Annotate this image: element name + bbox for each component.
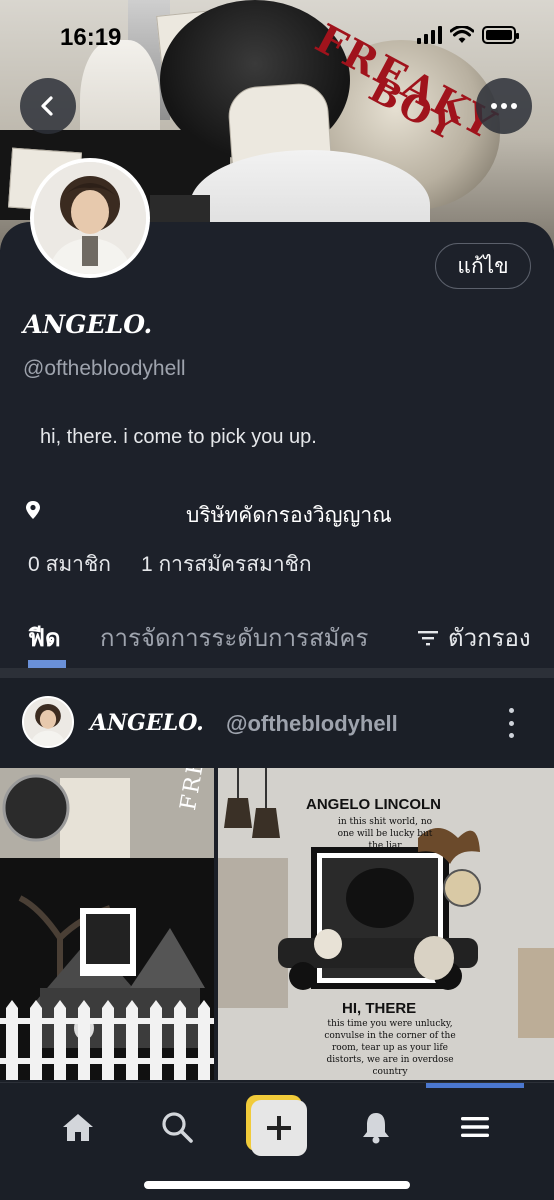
post-image-left[interactable]: FREAKY xyxy=(0,768,214,1080)
post-image-right[interactable]: ANGELO LINCOLN in this shit world, no on… xyxy=(218,768,554,1080)
home-icon xyxy=(63,1114,93,1141)
filter-icon xyxy=(418,630,438,645)
edit-profile-button[interactable]: แก้ไข xyxy=(435,243,531,289)
nav-home-button[interactable] xyxy=(54,1103,102,1151)
add-icon xyxy=(267,1116,291,1140)
bottom-navigation xyxy=(0,1082,554,1200)
profile-handle: @ofthebloodyhell xyxy=(23,357,186,380)
wifi-icon xyxy=(450,26,474,43)
filter-button[interactable]: ตัวกรอง xyxy=(418,618,531,657)
post-image-heading: HI, THERE xyxy=(342,1000,417,1017)
tab-manage-subscriptions[interactable]: การจัดการระดับการสมัคร xyxy=(100,618,396,657)
profile-stats: 0 สมาชิก 1 การสมัครสมาชิก xyxy=(28,548,312,581)
section-divider xyxy=(0,668,554,678)
profile-display-name: ANGELO. xyxy=(23,310,153,339)
post-image-subtitle: in this shit world, no one will be lucky… xyxy=(337,817,433,851)
profile-avatar[interactable] xyxy=(30,158,150,278)
chevron-left-icon xyxy=(41,96,53,116)
post-image-body: this time you were unlucky, convulse in … xyxy=(324,1019,456,1077)
post-author-handle[interactable]: @oftheblodyhell xyxy=(226,711,398,737)
nav-active-indicator xyxy=(426,1083,524,1088)
more-options-button[interactable] xyxy=(476,78,532,134)
search-icon xyxy=(162,1112,193,1143)
post-author-name[interactable]: ANGELO. xyxy=(90,710,204,736)
members-count[interactable]: 0 สมาชิก xyxy=(28,548,111,581)
bell-icon xyxy=(363,1113,389,1144)
profile-bio: hi, there. i come to pick you up. xyxy=(40,426,317,448)
filter-label: ตัวกรอง xyxy=(448,625,531,652)
profile-tabs: ฟีด การจัดการระดับการสมัคร ตัวกรอง xyxy=(0,604,554,668)
subscriptions-count[interactable]: 1 การสมัครสมาชิก xyxy=(141,548,312,581)
post-image-title: ANGELO LINCOLN xyxy=(306,796,441,813)
status-icons xyxy=(417,26,519,44)
nav-notifications-button[interactable] xyxy=(352,1103,400,1151)
nav-create-button[interactable] xyxy=(246,1095,308,1157)
more-horizontal-icon xyxy=(491,103,517,109)
nav-menu-button[interactable] xyxy=(451,1103,499,1151)
post-author-avatar[interactable] xyxy=(22,696,74,748)
status-time: 16:19 xyxy=(60,24,122,51)
tab-active-indicator xyxy=(28,660,66,668)
location-pin-icon xyxy=(26,501,40,519)
tab-feed[interactable]: ฟีด xyxy=(28,618,61,657)
nav-search-button[interactable] xyxy=(153,1103,201,1151)
post-more-button[interactable] xyxy=(506,708,516,738)
profile-location: บริษัทคัดกรองวิญญาณ xyxy=(186,504,392,527)
home-indicator xyxy=(144,1181,410,1189)
feed-post: ANGELO. @oftheblodyhell ANGELO LINCOLN i… xyxy=(0,678,554,1082)
battery-icon xyxy=(482,26,519,44)
menu-icon xyxy=(461,1117,489,1137)
cellular-signal-icon xyxy=(417,26,442,44)
back-button[interactable] xyxy=(20,78,76,134)
